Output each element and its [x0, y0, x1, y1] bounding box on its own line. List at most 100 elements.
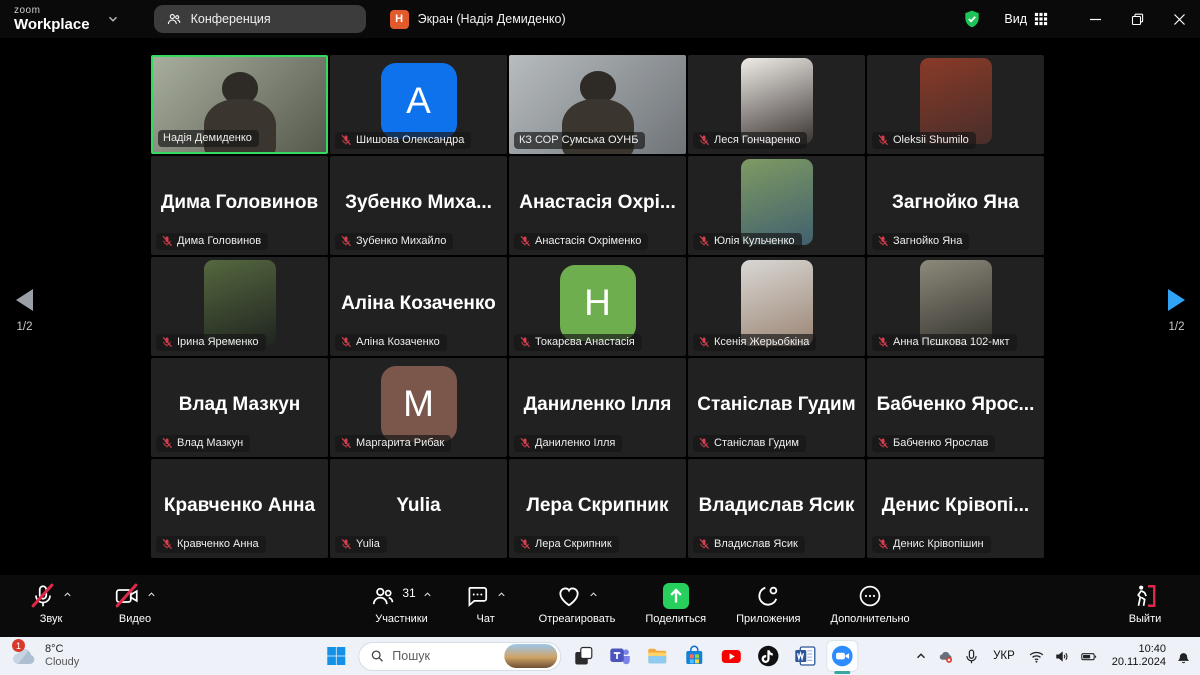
close-button[interactable] — [1158, 0, 1200, 38]
participant-tile[interactable]: Кравченко Анна Кравченко Анна — [151, 459, 328, 558]
taskbar-zoom-icon[interactable] — [827, 641, 857, 671]
chevron-up-icon[interactable] — [146, 587, 157, 598]
toolbar-heart-button[interactable]: Отреагировать — [533, 575, 622, 637]
chevron-up-icon[interactable] — [496, 587, 507, 598]
participant-nametag: Денис Крівопішин — [872, 536, 991, 553]
participant-tile[interactable]: Дима Головинов Дима Головинов — [151, 156, 328, 255]
participant-tile[interactable]: Н Токарєва Анастасія — [509, 257, 686, 356]
participant-tile[interactable]: Анастасія Охрі... Анастасія Охріменко — [509, 156, 686, 255]
toolbar-leave-button[interactable]: Выйти — [1116, 575, 1174, 637]
onedrive-error-icon[interactable] — [937, 648, 954, 665]
minimize-button[interactable] — [1074, 0, 1116, 38]
participant-tile[interactable]: КЗ СОР Сумська ОУНБ — [509, 55, 686, 154]
participant-tile[interactable]: Аліна Козаченко Аліна Козаченко — [330, 257, 507, 356]
taskbar-tiktok-icon[interactable] — [753, 641, 783, 671]
participant-nametag: Надія Демиденко — [158, 130, 259, 147]
participant-tile[interactable]: Загнойко Яна Загнойко Яна — [867, 156, 1044, 255]
zoom-workplace-logo[interactable]: zoom Workplace — [14, 6, 90, 32]
chevron-up-icon[interactable] — [62, 587, 73, 598]
start-button[interactable] — [321, 641, 351, 671]
muted-mic-icon — [698, 235, 710, 247]
toolbar-mic-button[interactable]: Звук — [22, 575, 80, 637]
participant-tile[interactable]: Анна Пєшкова 102-мкт — [867, 257, 1044, 356]
muted-mic-icon — [340, 437, 352, 449]
participant-tile[interactable]: Владислав Ясик Владислав Ясик — [688, 459, 865, 558]
participant-tile[interactable]: Даниленко Ілля Даниленко Ілля — [509, 358, 686, 457]
participant-nametag: Ксенія Жерьобкіна — [693, 334, 816, 351]
security-shield-icon[interactable] — [962, 9, 982, 29]
muted-mic-icon — [698, 134, 710, 146]
view-button[interactable]: Вид — [1004, 12, 1048, 26]
system-tray: УКР 10:40 20.11.2024 — [914, 643, 1192, 669]
search-box[interactable]: Пошук — [358, 642, 561, 671]
participant-tile[interactable]: Ксенія Жерьобкіна — [688, 257, 865, 356]
participant-nametag: Маргарита Рибак — [335, 435, 451, 452]
apps-icon — [755, 583, 781, 609]
participant-name-text: Загнойко Яна — [892, 192, 1019, 220]
chevron-down-icon[interactable] — [106, 12, 120, 26]
participant-tile[interactable]: А Шишова Олександра — [330, 55, 507, 154]
participant-count: 31 — [402, 586, 415, 600]
participant-name-text: Кравченко Анна — [164, 495, 315, 523]
muted-mic-icon — [161, 437, 173, 449]
chevron-up-icon[interactable] — [588, 587, 599, 598]
notifications-bell-icon[interactable] — [1175, 648, 1192, 665]
participant-photo-avatar — [920, 58, 992, 144]
participant-tile[interactable]: Денис Крівопі... Денис Крівопішин — [867, 459, 1044, 558]
toolbar-apps-button[interactable]: Приложения — [730, 575, 806, 637]
volume-icon[interactable] — [1054, 648, 1071, 665]
clock[interactable]: 10:40 20.11.2024 — [1112, 643, 1166, 669]
participant-name-text: Yulia — [396, 495, 440, 523]
participant-tile[interactable]: Oleksii Shumilo — [867, 55, 1044, 154]
participant-tile[interactable]: Лера Скрипник Лера Скрипник — [509, 459, 686, 558]
taskbar-store-icon[interactable] — [679, 641, 709, 671]
participant-name-text: Станіслав Гудим — [697, 394, 855, 422]
keyboard-language[interactable]: УКР — [993, 650, 1015, 662]
participant-name-text: Зубенко Миха... — [345, 192, 492, 220]
weather-widget[interactable]: 1 8°C Cloudy — [10, 643, 79, 669]
participant-name-text: Владислав Ясик — [699, 495, 855, 523]
tab-meeting-label: Конференция — [191, 12, 271, 26]
heart-icon — [556, 583, 582, 609]
tab-screen-share[interactable]: Н Экран (Надія Демиденко) — [390, 10, 566, 29]
participant-tile[interactable]: М Маргарита Рибак — [330, 358, 507, 457]
toolbar-chat-button[interactable]: Чат — [457, 575, 515, 637]
participant-nametag: Oleksii Shumilo — [872, 132, 976, 149]
tray-chevron-icon[interactable] — [914, 649, 928, 663]
gallery-stage: Надія Демиденко А Шишова Олександра КЗ С… — [0, 38, 1200, 575]
taskbar-explorer-icon[interactable] — [642, 641, 672, 671]
wifi-icon[interactable] — [1028, 648, 1045, 665]
participant-tile[interactable]: Надія Демиденко — [151, 55, 328, 154]
toolbar-more-button[interactable]: Дополнительно — [825, 575, 916, 637]
next-page-button[interactable]: 1/2 — [1168, 289, 1185, 333]
participant-nametag: Влад Мазкун — [156, 435, 250, 452]
participant-tile[interactable]: Зубенко Миха... Зубенко Михайло — [330, 156, 507, 255]
previous-page-button[interactable]: 1/2 — [16, 289, 33, 333]
microphone-tray-icon[interactable] — [963, 648, 980, 665]
participant-tile[interactable]: Бабченко Ярос... Бабченко Ярослав — [867, 358, 1044, 457]
participant-tile[interactable]: Юлія Кульченко — [688, 156, 865, 255]
restore-button[interactable] — [1116, 0, 1158, 38]
participant-name-text: Лера Скрипник — [526, 495, 668, 523]
taskbar-taskview-icon[interactable] — [568, 641, 598, 671]
taskbar-teams-icon[interactable] — [605, 641, 635, 671]
participant-nametag: Кравченко Анна — [156, 536, 266, 553]
muted-mic-icon — [877, 538, 889, 550]
participant-tile[interactable]: Yulia Yulia — [330, 459, 507, 558]
chevron-up-icon[interactable] — [422, 587, 433, 598]
participant-tile[interactable]: Ірина Яременко — [151, 257, 328, 356]
participant-tile[interactable]: Станіслав Гудим Станіслав Гудим — [688, 358, 865, 457]
participant-tile[interactable]: Влад Мазкун Влад Мазкун — [151, 358, 328, 457]
toolbar-share-button[interactable]: Поделиться — [639, 575, 712, 637]
toolbar-people-button[interactable]: 31 Участники — [364, 575, 438, 637]
taskbar-center: Пошук — [321, 637, 857, 675]
search-icon — [370, 649, 384, 663]
tab-meeting[interactable]: Конференция — [154, 5, 366, 33]
participant-nametag: Зубенко Михайло — [335, 233, 453, 250]
participant-tile[interactable]: Леся Гончаренко — [688, 55, 865, 154]
taskbar-youtube-icon[interactable] — [716, 641, 746, 671]
battery-icon[interactable] — [1080, 648, 1097, 665]
participant-photo-avatar — [204, 260, 276, 346]
toolbar-cam-button[interactable]: Видео — [106, 575, 164, 637]
taskbar-word-icon[interactable] — [790, 641, 820, 671]
